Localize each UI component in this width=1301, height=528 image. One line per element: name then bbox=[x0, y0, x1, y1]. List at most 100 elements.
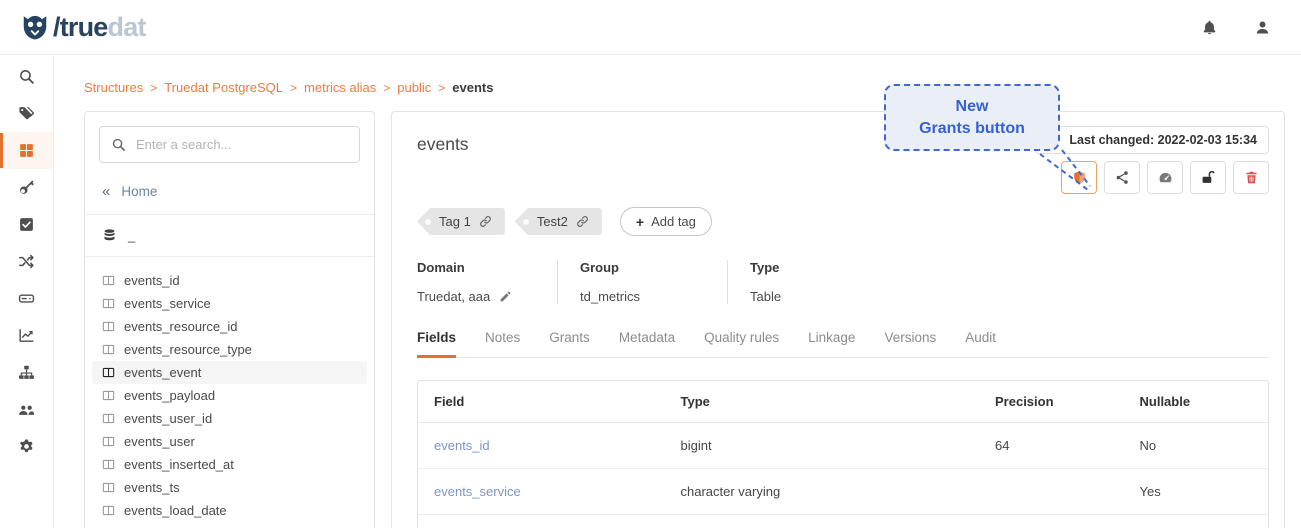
tag-hole-dot bbox=[425, 219, 431, 225]
cell-type: bigint bbox=[665, 423, 980, 469]
search-input[interactable] bbox=[99, 126, 360, 163]
sitemap-icon bbox=[18, 364, 35, 381]
sidebar-item-permissions[interactable] bbox=[0, 169, 53, 206]
tab-metadata[interactable]: Metadata bbox=[619, 330, 675, 357]
field-list-item[interactable]: events_event bbox=[92, 361, 367, 384]
add-tag-button[interactable]: +Add tag bbox=[620, 207, 712, 236]
top-header: /truedat bbox=[0, 0, 1301, 55]
tag-chip[interactable]: Test2 bbox=[515, 208, 602, 235]
tags-icon bbox=[18, 105, 35, 122]
nav-root-structure[interactable]: _ bbox=[85, 215, 374, 256]
column-header-nullable: Nullable bbox=[1124, 381, 1269, 423]
sidebar-item-dashboards[interactable] bbox=[0, 317, 53, 354]
sidebar-item-rules[interactable] bbox=[0, 206, 53, 243]
breadcrumb-link[interactable]: Truedat PostgreSQL bbox=[164, 80, 283, 95]
sidebar-item-tags[interactable] bbox=[0, 95, 53, 132]
tag-hole-dot bbox=[523, 219, 529, 225]
trash-delete-button[interactable] bbox=[1233, 161, 1269, 194]
info-label: Group bbox=[580, 260, 703, 275]
field-list-item[interactable]: events_payload bbox=[92, 384, 367, 407]
cell-nullable: No bbox=[1124, 423, 1269, 469]
structure-detail-panel: New Grants button events Last changed: 2… bbox=[391, 111, 1285, 528]
field-list-item-label: events_resource_id bbox=[124, 318, 237, 335]
new-grants-callout: New Grants button bbox=[884, 84, 1060, 151]
sidebar-item-lineage[interactable] bbox=[0, 243, 53, 280]
tab-quality-rules[interactable]: Quality rules bbox=[704, 330, 779, 357]
columns-icon bbox=[102, 481, 115, 494]
user-profile-icon[interactable] bbox=[1254, 19, 1271, 36]
lock-open-button[interactable] bbox=[1190, 161, 1226, 194]
tab-fields[interactable]: Fields bbox=[417, 330, 456, 358]
settings-gear-icon bbox=[18, 438, 35, 455]
lock-open-icon bbox=[1201, 170, 1216, 185]
breadcrumb-link[interactable]: metrics alias bbox=[304, 80, 376, 95]
gauge-profile-icon bbox=[1158, 170, 1173, 185]
sidebar-item-users[interactable] bbox=[0, 391, 53, 428]
sidebar-item-sources[interactable] bbox=[0, 280, 53, 317]
breadcrumb-separator: > bbox=[290, 81, 297, 95]
gauge-profile-button[interactable] bbox=[1147, 161, 1183, 194]
cell-precision bbox=[979, 469, 1124, 515]
nav-home-link[interactable]: « Home bbox=[85, 177, 374, 214]
database-icon bbox=[102, 228, 117, 243]
edit-pencil-icon[interactable] bbox=[499, 290, 512, 303]
sidebar-item-settings[interactable] bbox=[0, 428, 53, 465]
field-list-item[interactable]: events_load_date bbox=[92, 499, 367, 522]
breadcrumb-separator: > bbox=[383, 81, 390, 95]
field-list-item[interactable]: events_resource_id bbox=[92, 315, 367, 338]
callout-pointer bbox=[1036, 148, 1098, 196]
info-type: TypeTable bbox=[727, 260, 805, 304]
cell-field-link[interactable]: events_resource_id bbox=[418, 515, 665, 528]
truedat-logo[interactable]: /truedat bbox=[20, 12, 146, 43]
content-area: Structures > Truedat PostgreSQL > metrics al… bbox=[54, 56, 1301, 528]
tag-label: Tag 1 bbox=[439, 214, 471, 229]
field-list-item[interactable]: events_user bbox=[92, 430, 367, 453]
field-list-item-label: events_service bbox=[124, 295, 211, 312]
field-list-item-label: events_user bbox=[124, 433, 195, 450]
field-list-item[interactable]: events_id bbox=[92, 269, 367, 292]
trash-delete-icon bbox=[1244, 170, 1259, 185]
tab-grants[interactable]: Grants bbox=[549, 330, 590, 357]
cell-precision: 64 bbox=[979, 423, 1124, 469]
field-list-item[interactable]: events_resource_type bbox=[92, 338, 367, 361]
chart-line-icon bbox=[18, 327, 35, 344]
cell-nullable: Yes bbox=[1124, 469, 1269, 515]
fields-table-wrap: FieldTypePrecisionNullable events_idbigi… bbox=[417, 380, 1269, 528]
info-value-text: Truedat, aaa bbox=[417, 289, 490, 304]
columns-icon bbox=[102, 458, 115, 471]
breadcrumb-link[interactable]: Structures bbox=[84, 80, 143, 95]
cell-field-link[interactable]: events_id bbox=[418, 423, 665, 469]
tab-notes[interactable]: Notes bbox=[485, 330, 520, 357]
share-button[interactable] bbox=[1104, 161, 1140, 194]
tag-chip[interactable]: Tag 1 bbox=[417, 208, 505, 235]
key-icon bbox=[18, 179, 35, 196]
cell-field-link[interactable]: events_service bbox=[418, 469, 665, 515]
search-icon bbox=[111, 137, 126, 152]
field-list-item[interactable]: events_inserted_at bbox=[92, 453, 367, 476]
tab-linkage[interactable]: Linkage bbox=[808, 330, 855, 357]
grid-icon bbox=[18, 142, 35, 159]
check-square-icon bbox=[18, 216, 35, 233]
sidebar-item-domains[interactable] bbox=[0, 354, 53, 391]
breadcrumb: Structures > Truedat PostgreSQL > metrics al… bbox=[84, 80, 1301, 95]
tab-audit[interactable]: Audit bbox=[965, 330, 996, 357]
tab-versions[interactable]: Versions bbox=[884, 330, 936, 357]
sidebar-item-structures[interactable] bbox=[0, 132, 53, 169]
cell-precision: 32 bbox=[979, 515, 1124, 528]
columns-icon bbox=[102, 343, 115, 356]
collapse-back-icon[interactable]: « bbox=[102, 183, 110, 200]
field-list-item[interactable]: events_user_id bbox=[92, 407, 367, 430]
topbar-actions bbox=[1201, 19, 1271, 36]
field-list-item-label: events_load_date bbox=[124, 502, 227, 519]
breadcrumb-link[interactable]: public bbox=[397, 80, 431, 95]
field-list-item[interactable]: events_service bbox=[92, 292, 367, 315]
field-list-item[interactable]: events_ts bbox=[92, 476, 367, 499]
info-group: Grouptd_metrics bbox=[557, 260, 727, 304]
sidebar-item-search[interactable] bbox=[0, 58, 53, 95]
breadcrumb-current: events bbox=[452, 80, 493, 95]
tabs: Fields Notes Grants Metadata Quality rules Li… bbox=[417, 330, 1269, 358]
column-header-type: Type bbox=[665, 381, 980, 423]
owl-logo-icon bbox=[20, 12, 50, 42]
notifications-bell-icon[interactable] bbox=[1201, 19, 1218, 36]
page-title: events bbox=[417, 134, 469, 155]
